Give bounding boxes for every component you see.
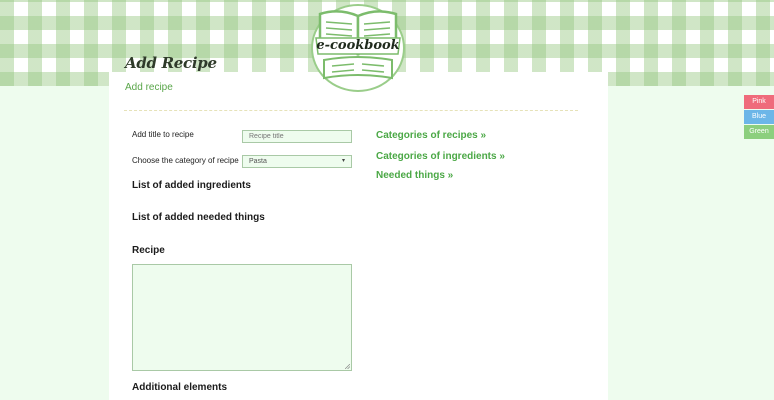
page-heading: Add Recipe [125, 54, 217, 72]
category-select-value: Pasta [249, 158, 267, 165]
recipe-title: Recipe [132, 245, 165, 256]
chevron-down-icon: ▾ [341, 158, 345, 164]
divider [124, 110, 578, 111]
category-select[interactable]: Pasta ▾ [242, 155, 352, 168]
category-label: Choose the category of recipe [132, 156, 239, 165]
theme-pink-button[interactable]: Pink [744, 95, 774, 109]
needed-things-link[interactable]: Needed things » [376, 170, 453, 181]
categories-of-recipes-link[interactable]: Categories of recipes » [376, 130, 486, 141]
ingredients-list-title: List of added ingredients [132, 180, 251, 191]
theme-green-button[interactable]: Green [744, 125, 774, 139]
resize-grip-icon[interactable] [345, 364, 350, 369]
logo[interactable]: e-cookbook [310, 4, 406, 92]
recipe-title-input[interactable] [242, 130, 352, 143]
recipe-textarea[interactable] [132, 264, 352, 371]
logo-text: e-cookbook [316, 38, 400, 53]
categories-of-ingredients-link[interactable]: Categories of ingredients » [376, 151, 505, 162]
theme-blue-button[interactable]: Blue [744, 110, 774, 124]
additional-elements-title: Additional elements [132, 382, 228, 393]
needed-things-list-title: List of added needed things [132, 212, 265, 223]
breadcrumb-add-recipe[interactable]: Add recipe [125, 82, 173, 93]
title-label: Add title to recipe [132, 130, 194, 139]
